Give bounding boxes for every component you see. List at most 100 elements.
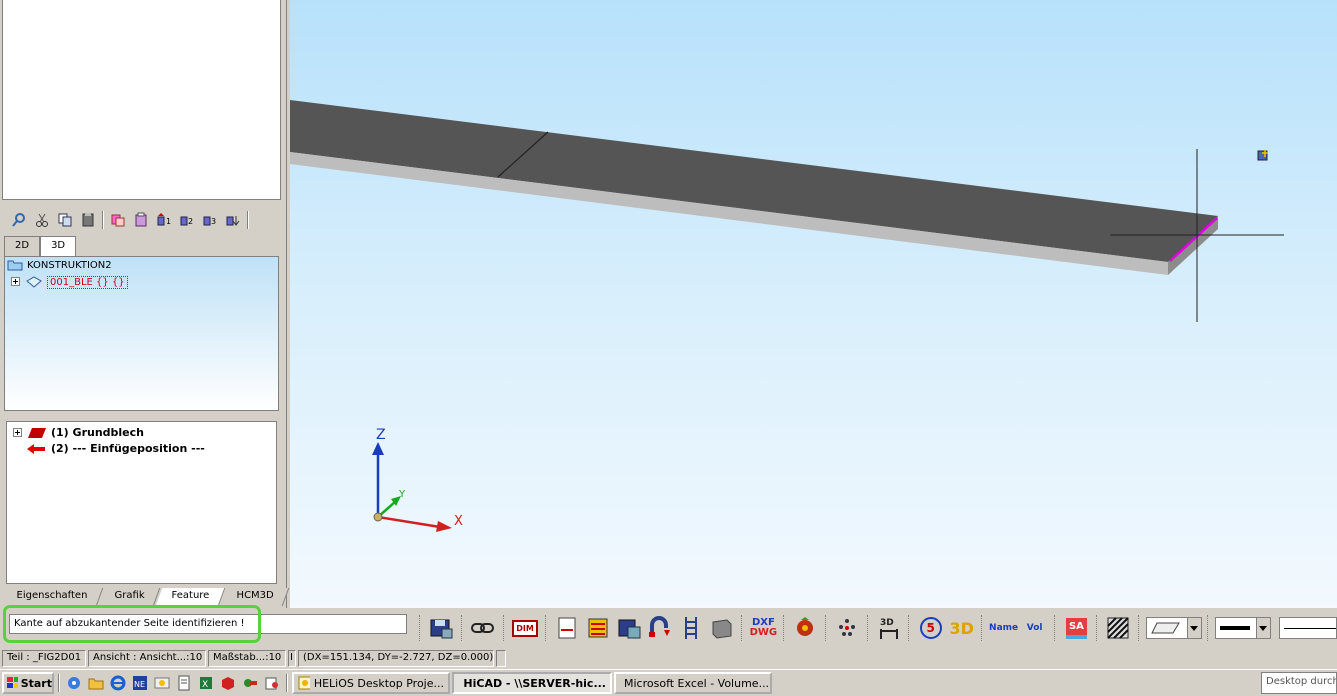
toolbar-separator [1137, 615, 1141, 641]
tab-hcm3d[interactable]: HCM3D [220, 588, 290, 606]
hatch-icon[interactable] [1104, 613, 1133, 643]
tab-feature[interactable]: Feature [155, 588, 226, 606]
dxf-dwg-button[interactable]: DXF DWG [749, 613, 778, 643]
cursor-icon [1257, 150, 1268, 161]
paint-icon[interactable] [262, 673, 282, 693]
command-toolbar: DIM DXF DWG 3D 5 3D Name Vol SA [416, 612, 1337, 644]
feature-label: (2) --- Einfügeposition --- [51, 442, 205, 455]
helios-icon[interactable] [152, 673, 172, 693]
part-library-icon[interactable] [614, 613, 643, 643]
svg-text:1: 1 [166, 217, 171, 226]
feature-item[interactable]: (1) Grundblech [13, 426, 144, 439]
level-down-icon[interactable] [222, 209, 244, 231]
tab-label: Grafik [114, 590, 145, 601]
toolbar-separator [1095, 615, 1099, 641]
link-icon[interactable] [469, 613, 498, 643]
line-thick-icon [1219, 626, 1250, 630]
sa-label: SA [1065, 617, 1087, 639]
toolbar-separator [419, 615, 422, 641]
cube-gray-icon[interactable] [707, 613, 736, 643]
chevron-down-icon[interactable] [1186, 618, 1201, 638]
level-3-icon[interactable]: 3 [199, 209, 221, 231]
3d-text-label: 3D [949, 618, 974, 638]
start-button[interactable]: Start [2, 672, 54, 694]
expand-icon[interactable] [11, 277, 21, 287]
tool-icon[interactable] [240, 673, 260, 693]
paste-icon[interactable] [77, 209, 99, 231]
left-panel: 1 2 3 2D 3D KONSTRUKTION2 001_BLE {} {} [0, 0, 290, 608]
vol-label: Vol [1026, 623, 1043, 633]
task-excel[interactable]: Microsoft Excel - Volume... [614, 672, 772, 694]
toolbar-separator [740, 615, 744, 641]
red-cube-icon[interactable] [218, 673, 238, 693]
linewidth-select[interactable] [1214, 617, 1271, 639]
app-icon[interactable]: NE [130, 673, 150, 693]
tab-2d[interactable]: 2D [4, 236, 41, 256]
desktop-search-field[interactable]: Desktop durchsuchen [1261, 672, 1337, 694]
expand-icon[interactable] [13, 427, 23, 438]
tree-toolbar: 1 2 3 [4, 208, 254, 232]
paste-part-icon[interactable] [130, 209, 152, 231]
tree-part[interactable]: 001_BLE {} {} [11, 275, 128, 289]
tree-root[interactable]: KONSTRUKTION2 [7, 259, 112, 271]
volume-button[interactable]: Vol [1020, 613, 1049, 643]
browser-icon[interactable] [108, 673, 128, 693]
toolbar-separator [247, 211, 249, 229]
toolbar-separator [1206, 615, 1210, 641]
bom-icon[interactable] [583, 613, 612, 643]
tab-label: Eigenschaften [16, 590, 88, 601]
notes-icon[interactable] [174, 673, 194, 693]
feature-tree: (1) Grundblech (2) --- Einfügeposition -… [6, 421, 277, 584]
task-hicad[interactable]: HiCAD - \\SERVER-hic... [452, 672, 612, 694]
five-label: 5 [919, 617, 942, 639]
cut-icon[interactable] [31, 209, 53, 231]
status-part: Teil : _FIG2D01 [2, 650, 86, 667]
prompt-highlight [3, 605, 261, 643]
copy-icon[interactable] [54, 209, 76, 231]
chevron-down-icon[interactable] [1255, 618, 1270, 638]
feature-item[interactable]: (2) --- Einfügeposition --- [25, 442, 205, 455]
status-delta: (DX=151.134, DY=-2.727, DZ=0.000) [298, 650, 494, 667]
task-label: HELiOS Desktop Proje... [313, 676, 444, 690]
linetype-select[interactable] [1278, 617, 1337, 639]
3d-viewport[interactable]: Z Y X [290, 0, 1337, 608]
task-helios[interactable]: HELiOS Desktop Proje... [292, 672, 450, 694]
ie-settings-icon[interactable] [64, 673, 84, 693]
toolbar-separator [908, 615, 911, 641]
svg-text:2: 2 [188, 217, 193, 226]
save-part-icon[interactable] [427, 613, 456, 643]
tree-part-label: 001_BLE {} {} [47, 275, 128, 289]
level-1-icon[interactable]: 1 [153, 209, 175, 231]
dim-button[interactable]: DIM [511, 613, 540, 643]
toolbar-separator [824, 615, 828, 641]
level-2-icon[interactable]: 2 [176, 209, 198, 231]
tree-root-label: KONSTRUKTION2 [27, 259, 112, 271]
copy-part-icon[interactable] [107, 209, 129, 231]
toolbar-separator [502, 615, 506, 641]
search-icon[interactable] [8, 209, 30, 231]
name-button[interactable]: Name [989, 613, 1018, 643]
plane-icon [1150, 622, 1180, 634]
tab-grafik[interactable]: Grafik [98, 588, 161, 606]
sa-button[interactable]: SA [1062, 613, 1091, 643]
3d-dimension-icon[interactable]: 3D [874, 613, 903, 643]
windows-logo-icon [7, 677, 18, 688]
folder-icon[interactable] [86, 673, 106, 693]
plane-select[interactable] [1145, 617, 1202, 639]
number-five-button[interactable]: 5 [916, 613, 945, 643]
tab-eigenschaften[interactable]: Eigenschaften [0, 588, 104, 606]
magnet-icon[interactable] [645, 613, 674, 643]
sheet-part-icon [26, 276, 42, 288]
ladder-icon[interactable] [676, 613, 705, 643]
status-bar: Teil : _FIG2D01 Ansicht : Ansicht...:10 … [0, 650, 1337, 668]
tab-3d[interactable]: 3D [40, 236, 77, 256]
excel-quick-icon[interactable]: X [196, 673, 216, 693]
preview-pane [2, 0, 281, 200]
status-scale: Maßstab...:10 [208, 650, 286, 667]
3d-text-button[interactable]: 3D [947, 613, 976, 643]
svg-text:NE: NE [134, 680, 145, 689]
point-cloud-icon[interactable] [833, 613, 862, 643]
hicad-plugin-icon[interactable] [791, 613, 820, 643]
structure-tree: KONSTRUKTION2 001_BLE {} {} [4, 256, 279, 411]
drawing-sheet-icon[interactable] [552, 613, 581, 643]
